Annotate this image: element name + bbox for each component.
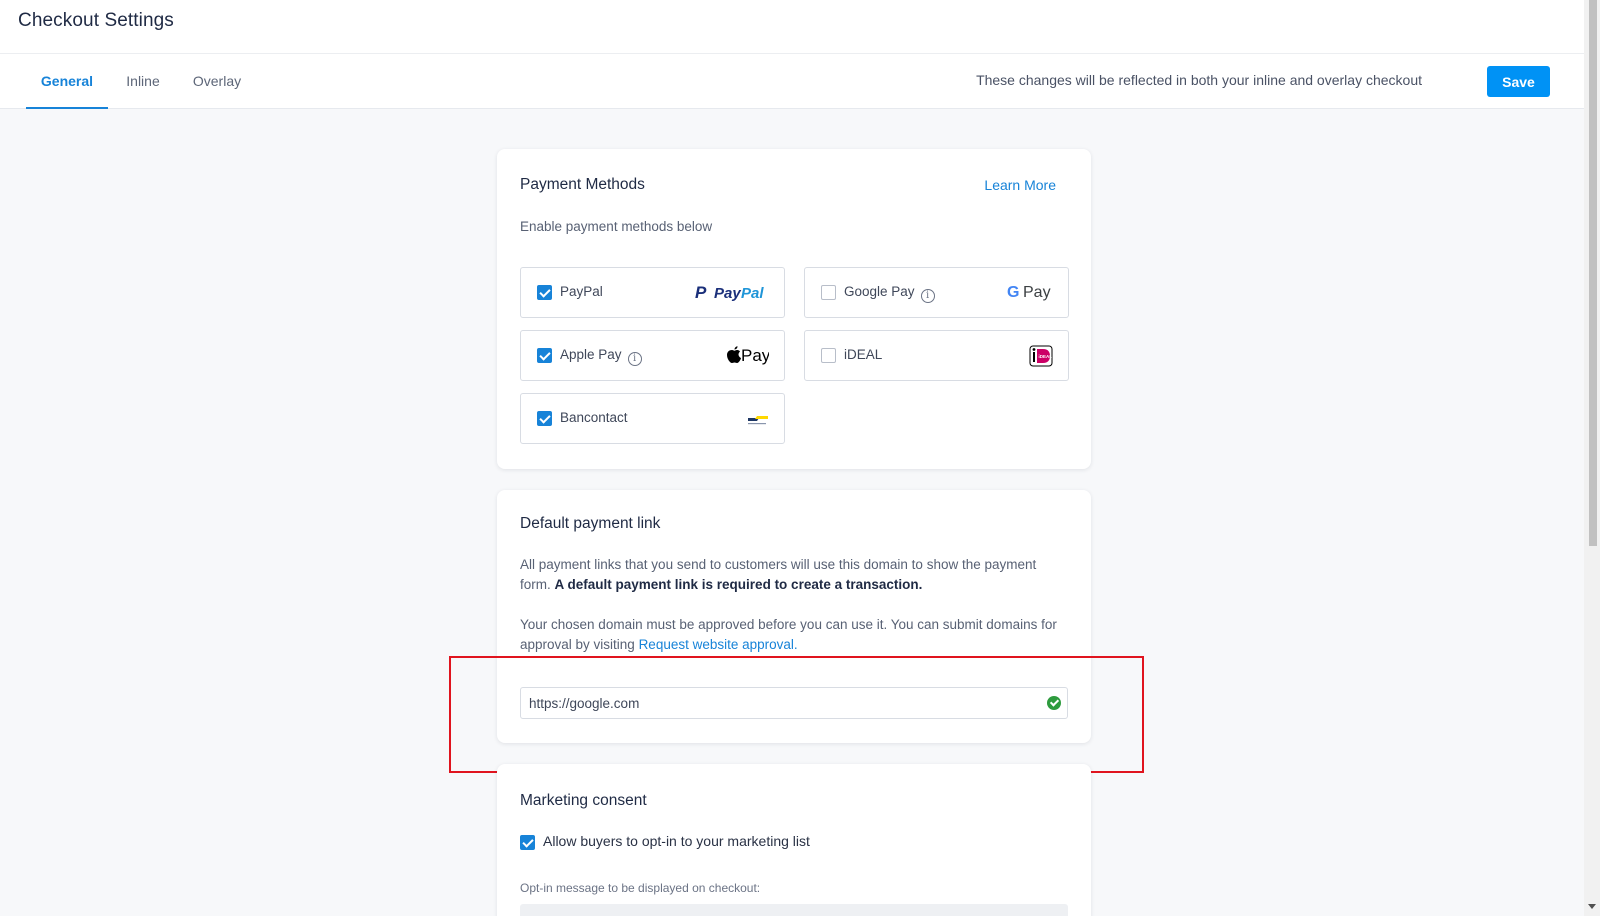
save-button[interactable]: Save [1487, 66, 1550, 97]
default-payment-link-card: Default payment link All payment links t… [497, 490, 1091, 743]
paypal-label: PayPal [560, 284, 603, 299]
payment-method-ideal[interactable]: iDEAL iDEAL [804, 330, 1069, 381]
payment-methods-card: Payment Methods Learn More Enable paymen… [497, 149, 1091, 469]
changes-notice: These changes will be reflected in both … [976, 72, 1422, 88]
tab-inline[interactable]: Inline [118, 54, 168, 109]
default-link-description: All payment links that you send to custo… [520, 555, 1060, 595]
google-pay-label: Google Pay i [844, 284, 935, 303]
marketing-consent-title: Marketing consent [520, 792, 647, 809]
default-link-required-note: A default payment link is required to cr… [554, 577, 923, 592]
apple-pay-logo-icon: Pay [725, 344, 771, 371]
payment-link-url-input[interactable] [520, 687, 1068, 719]
bancontact-checkbox[interactable] [537, 411, 552, 426]
payment-method-paypal[interactable]: PayPal P Pay Pal [520, 267, 785, 318]
apple-pay-label: Apple Pay i [560, 347, 642, 366]
info-icon[interactable]: i [920, 289, 935, 303]
payment-methods-title: Payment Methods [520, 176, 645, 193]
svg-text:Pay: Pay [714, 285, 741, 302]
google-pay-checkbox[interactable] [821, 285, 836, 300]
tab-bar: General Inline Overlay These changes wil… [0, 54, 1584, 109]
marketing-consent-card: Marketing consent Allow buyers to opt-in… [497, 764, 1091, 916]
paypal-checkbox[interactable] [537, 285, 552, 300]
marketing-opt-in-checkbox[interactable] [520, 835, 535, 850]
google-pay-label-text: Google Pay [844, 284, 915, 299]
tab-general[interactable]: General [26, 54, 108, 109]
payment-method-apple-pay[interactable]: Apple Pay i Pay [520, 330, 785, 381]
svg-text:G: G [1007, 284, 1019, 301]
ideal-checkbox[interactable] [821, 348, 836, 363]
payment-methods-subtitle: Enable payment methods below [520, 219, 713, 234]
info-icon[interactable]: i [627, 352, 642, 366]
domain-approval-note: Your chosen domain must be approved befo… [520, 615, 1060, 655]
ideal-logo-icon: iDEAL [1029, 345, 1053, 372]
default-payment-link-title: Default payment link [520, 515, 661, 532]
paypal-logo-icon: P Pay Pal [695, 283, 769, 308]
opt-in-message-label: Opt-in message to be displayed on checko… [520, 881, 761, 895]
payment-method-bancontact[interactable]: Bancontact [520, 393, 785, 444]
svg-text:Pay: Pay [741, 346, 769, 365]
svg-text:P: P [695, 283, 707, 302]
opt-in-message-field[interactable] [520, 904, 1068, 916]
bancontact-logo-icon [747, 412, 769, 431]
request-website-approval-link[interactable]: Request website approval. [639, 637, 798, 652]
svg-text:Pay: Pay [1023, 284, 1051, 301]
payment-method-google-pay[interactable]: Google Pay i G Pay [804, 267, 1069, 318]
app-header: Checkout Settings [0, 0, 1584, 54]
google-pay-logo-icon: G Pay [1007, 282, 1053, 307]
page-title: Checkout Settings [18, 10, 174, 31]
svg-text:Pal: Pal [741, 285, 764, 302]
scrollbar-thumb[interactable] [1589, 0, 1597, 546]
tab-overlay[interactable]: Overlay [185, 54, 249, 109]
apple-pay-label-text: Apple Pay [560, 347, 622, 362]
learn-more-link[interactable]: Learn More [984, 177, 1056, 193]
marketing-opt-in-label: Allow buyers to opt-in to your marketing… [543, 833, 810, 849]
apple-pay-checkbox[interactable] [537, 348, 552, 363]
ideal-label: iDEAL [844, 347, 883, 362]
check-circle-icon [1047, 696, 1061, 710]
svg-text:iDEAL: iDEAL [1039, 354, 1053, 359]
bancontact-label: Bancontact [560, 410, 628, 425]
scroll-down-arrow-icon[interactable] [1588, 904, 1596, 909]
